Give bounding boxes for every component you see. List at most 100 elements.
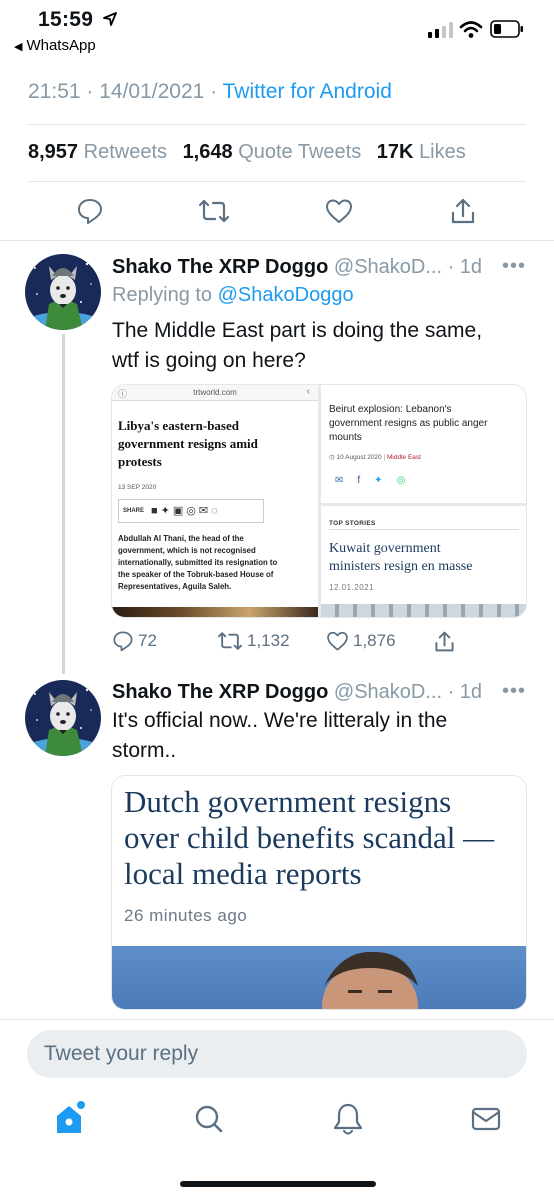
retweets-count: 8,957 xyxy=(28,141,79,163)
article-date: 10 August 2020 xyxy=(336,454,382,461)
divider xyxy=(28,181,526,182)
like-icon xyxy=(327,631,348,651)
tweet-header: Shako The XRP Doggo @ShakoD... · 1d xyxy=(112,256,482,279)
body-line: government, which is not recognised xyxy=(118,546,256,555)
share-action[interactable] xyxy=(434,630,455,653)
retweet-icon[interactable] xyxy=(198,197,230,225)
main-tweet-actions xyxy=(0,197,554,229)
tweet-text-line: The Middle East part is doing the same, xyxy=(112,319,483,342)
headline-line: protests xyxy=(118,454,162,469)
tweet-time: 21:51 xyxy=(28,80,81,103)
reply-icon[interactable] xyxy=(76,197,104,225)
like-count: 1,876 xyxy=(353,631,396,650)
likes-count: 17K xyxy=(376,141,414,163)
article-body: Abdullah Al Thani, the head of the gover… xyxy=(118,533,277,593)
article-headline: Kuwait government ministers resign en ma… xyxy=(329,540,472,576)
tweet-text: The Middle East part is doing the same, … xyxy=(112,316,522,376)
retweet-icon xyxy=(218,632,242,650)
divider xyxy=(0,1019,554,1020)
share-bar: SHARE ■✦▣◎✉◌ xyxy=(118,499,264,523)
clock: 15:59 xyxy=(38,8,94,31)
card-title-line: over child benefits scandal — xyxy=(124,820,495,855)
thread-connector xyxy=(62,334,65,674)
article-photo-strip xyxy=(112,607,318,617)
replying-prefix: Replying to xyxy=(112,284,213,306)
battery-icon xyxy=(490,20,523,38)
tweet-text: It's official now.. We're litteraly in t… xyxy=(112,706,522,766)
messages-icon[interactable] xyxy=(470,1100,502,1136)
retweets-stat[interactable]: 8,957 Retweets xyxy=(28,141,167,163)
share-icon xyxy=(435,631,454,652)
card-age: 26 minutes ago xyxy=(124,906,248,925)
likes-stat[interactable]: 17K Likes xyxy=(377,141,466,163)
article-date: 12.01.2021 xyxy=(329,583,375,592)
tweet-source-link[interactable]: Twitter for Android xyxy=(223,80,392,103)
like-action[interactable]: 1,876 xyxy=(326,630,396,652)
back-to-app-link[interactable]: ◀ WhatsApp xyxy=(14,37,96,54)
status-bar: 15:59 ◀ WhatsApp xyxy=(0,0,554,60)
more-options-icon[interactable]: ••• xyxy=(502,255,526,278)
share-icons: ✉f✦◎ xyxy=(335,475,420,486)
media-image-libya[interactable]: ⓘ trtworld.com ‹ Libya's eastern-based g… xyxy=(112,385,318,617)
tweet-media-grid: ⓘ trtworld.com ‹ Libya's eastern-based g… xyxy=(111,384,527,618)
home-icon[interactable] xyxy=(54,1100,88,1136)
card-photo xyxy=(112,946,526,1009)
back-app-label: WhatsApp xyxy=(26,37,96,54)
replying-to: Replying to @ShakoDoggo xyxy=(112,284,354,307)
display-name[interactable]: Shako The XRP Doggo xyxy=(112,681,328,703)
social-icons: ■✦▣◎✉◌ xyxy=(151,505,221,517)
notifications-icon[interactable] xyxy=(332,1100,364,1138)
article-meta: ◷ 10 August 2020 | Middle East xyxy=(329,453,421,461)
quotes-stat[interactable]: 1,648 Quote Tweets xyxy=(183,141,362,163)
body-line: the speaker of the Tobruk-based House of xyxy=(118,570,274,579)
tweet-text-line: It's official now.. We're litteraly in t… xyxy=(112,709,448,732)
headline-line: Libya's eastern-based xyxy=(118,418,239,433)
user-handle[interactable]: @ShakoD... xyxy=(334,256,442,278)
user-handle[interactable]: @ShakoD... xyxy=(334,681,442,703)
browser-bar: ⓘ trtworld.com ‹ xyxy=(112,385,318,401)
reply-placeholder: Tweet your reply xyxy=(44,1042,199,1065)
card-title: Dutch government resigns over child bene… xyxy=(124,784,514,892)
quotes-label: Quote Tweets xyxy=(238,141,362,163)
location-arrow-icon xyxy=(103,12,117,26)
media-image-beirut[interactable]: Beirut explosion: Lebanon's government r… xyxy=(321,385,526,503)
share-label: SHARE xyxy=(123,508,145,514)
reply-input[interactable]: Tweet your reply xyxy=(27,1030,527,1078)
divider xyxy=(329,529,519,530)
article-headline: Beirut explosion: Lebanon's government r… xyxy=(329,403,487,445)
like-icon[interactable] xyxy=(325,197,353,225)
divider xyxy=(28,124,526,125)
avatar[interactable] xyxy=(25,254,101,330)
body-line: internationally, submitted its resignati… xyxy=(118,558,278,567)
tweet-text-line: storm.. xyxy=(112,739,177,762)
headline-line: Kuwait government xyxy=(329,541,441,556)
headline-line: Beirut explosion: Lebanon's xyxy=(329,404,452,415)
display-name[interactable]: Shako The XRP Doggo xyxy=(112,256,328,278)
tweet-timestamp: 21:51 · 14/01/2021 · Twitter for Android xyxy=(28,80,392,104)
headline-line: mounts xyxy=(329,432,362,443)
cellular-signal-icon xyxy=(428,22,453,38)
share-icon[interactable] xyxy=(450,197,476,225)
body-line: Representatives, Aguila Saleh. xyxy=(118,582,232,591)
retweet-action[interactable]: 1,132 xyxy=(217,630,290,652)
search-icon[interactable] xyxy=(193,1100,225,1136)
reply-action[interactable]: 72 xyxy=(112,630,157,652)
avatar[interactable] xyxy=(25,680,101,756)
article-section: Middle East xyxy=(386,454,421,461)
reply-count: 72 xyxy=(138,631,157,650)
reply1-actions: 72 1,132 1,876 xyxy=(0,630,554,660)
media-image-kuwait[interactable]: TOP STORIES Kuwait government ministers … xyxy=(321,506,526,617)
separator: · xyxy=(86,80,100,103)
separator: · xyxy=(210,80,223,103)
card-title-line: Dutch government resigns xyxy=(124,784,452,819)
link-card[interactable]: Dutch government resigns over child bene… xyxy=(111,775,527,1010)
article-photo-strip xyxy=(321,604,526,617)
article-headline: Libya's eastern-based government resigns… xyxy=(118,417,258,471)
wifi-icon xyxy=(459,21,483,38)
reply-icon xyxy=(113,631,133,652)
replying-handle-link[interactable]: @ShakoDoggo xyxy=(218,284,354,306)
tweet-age: · 1d xyxy=(447,256,483,278)
tweet-header: Shako The XRP Doggo @ShakoD... · 1d xyxy=(112,681,482,704)
more-options-icon[interactable]: ••• xyxy=(502,680,526,703)
headline-line: government resigns as public anger xyxy=(329,418,488,429)
